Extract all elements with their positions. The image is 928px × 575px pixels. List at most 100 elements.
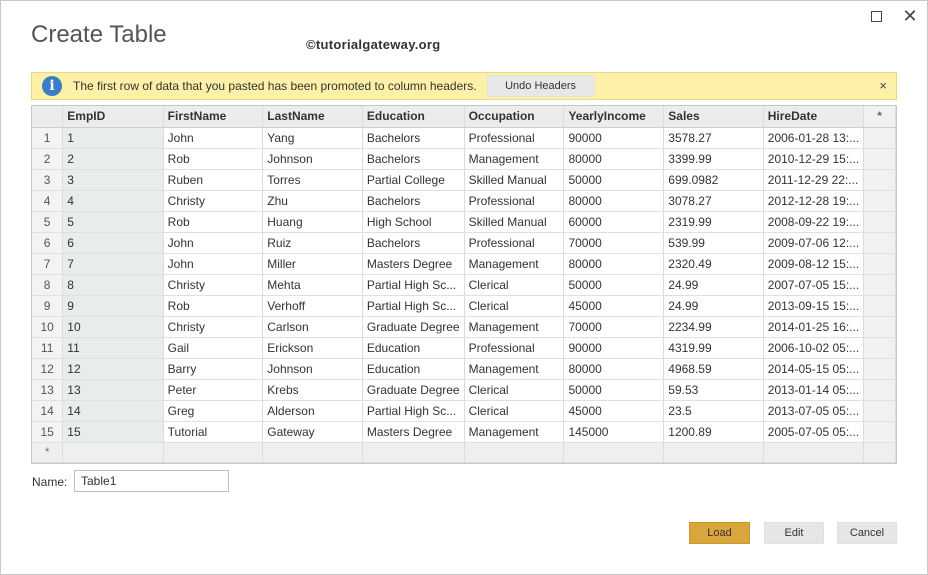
info-close-icon[interactable]: ×: [879, 78, 887, 93]
table-cell[interactable]: Management: [464, 421, 565, 443]
load-button[interactable]: Load: [689, 522, 750, 544]
table-cell[interactable]: High School: [362, 211, 465, 233]
table-cell[interactable]: Skilled Manual: [464, 211, 565, 233]
table-cell[interactable]: Carlson: [262, 316, 363, 338]
table-cell[interactable]: John: [163, 253, 264, 275]
table-cell[interactable]: 90000: [563, 337, 665, 359]
table-cell[interactable]: 59.53: [663, 379, 764, 401]
table-cell[interactable]: Professional: [464, 232, 565, 254]
table-cell[interactable]: Barry: [163, 358, 264, 380]
table-cell[interactable]: Partial College: [362, 169, 465, 191]
table-cell[interactable]: 60000: [563, 211, 665, 233]
table-cell[interactable]: 2009-07-06 12:...: [763, 232, 865, 254]
table-cell[interactable]: Verhoff: [262, 295, 363, 317]
table-cell[interactable]: 1: [62, 127, 164, 149]
table-cell[interactable]: 80000: [563, 253, 665, 275]
table-cell[interactable]: 90000: [563, 127, 665, 149]
table-cell[interactable]: Clerical: [464, 400, 565, 422]
table-cell[interactable]: 12: [62, 358, 164, 380]
table-cell[interactable]: Clerical: [464, 379, 565, 401]
table-cell[interactable]: 2319.99: [663, 211, 764, 233]
table-cell[interactable]: 2008-09-22 19:...: [763, 211, 865, 233]
table-cell[interactable]: Christy: [163, 316, 264, 338]
table-cell[interactable]: Management: [464, 253, 565, 275]
table-cell[interactable]: 539.99: [663, 232, 764, 254]
table-cell[interactable]: 1200.89: [663, 421, 764, 443]
table-cell[interactable]: 24.99: [663, 274, 764, 296]
table-cell[interactable]: Skilled Manual: [464, 169, 565, 191]
table-cell[interactable]: Clerical: [464, 274, 565, 296]
table-cell[interactable]: Professional: [464, 127, 565, 149]
table-cell[interactable]: 80000: [563, 148, 665, 170]
table-cell[interactable]: Christy: [163, 190, 264, 212]
table-cell[interactable]: 10: [62, 316, 164, 338]
table-cell[interactable]: Gail: [163, 337, 264, 359]
table-cell[interactable]: 2320.49: [663, 253, 764, 275]
table-cell[interactable]: Management: [464, 316, 565, 338]
table-cell[interactable]: Partial High Sc...: [362, 400, 465, 422]
table-cell[interactable]: 3078.27: [663, 190, 764, 212]
table-cell[interactable]: Greg: [163, 400, 264, 422]
new-row-cell[interactable]: [464, 442, 565, 463]
new-row-cell[interactable]: [362, 442, 465, 463]
table-cell[interactable]: Graduate Degree: [362, 316, 465, 338]
table-name-input[interactable]: [74, 470, 229, 492]
table-cell[interactable]: Rob: [163, 148, 264, 170]
table-cell[interactable]: Education: [362, 358, 465, 380]
undo-headers-button[interactable]: Undo Headers: [486, 75, 595, 97]
table-cell[interactable]: Ruben: [163, 169, 264, 191]
column-header[interactable]: EmpID: [62, 106, 164, 128]
table-cell[interactable]: 2012-12-28 19:...: [763, 190, 865, 212]
table-cell[interactable]: Masters Degree: [362, 421, 465, 443]
table-cell[interactable]: 4: [62, 190, 164, 212]
column-header[interactable]: YearlyIncome: [563, 106, 665, 128]
cancel-button[interactable]: Cancel: [837, 522, 897, 544]
table-cell[interactable]: 2011-12-29 22:...: [763, 169, 865, 191]
table-cell[interactable]: 15: [62, 421, 164, 443]
table-cell[interactable]: 9: [62, 295, 164, 317]
table-cell[interactable]: 2014-05-15 05:...: [763, 358, 865, 380]
new-row-cell[interactable]: [163, 442, 264, 463]
table-cell[interactable]: Huang: [262, 211, 363, 233]
table-cell[interactable]: 80000: [563, 190, 665, 212]
table-cell[interactable]: 24.99: [663, 295, 764, 317]
table-cell[interactable]: Erickson: [262, 337, 363, 359]
table-cell[interactable]: Christy: [163, 274, 264, 296]
table-cell[interactable]: Mehta: [262, 274, 363, 296]
table-cell[interactable]: Johnson: [262, 358, 363, 380]
table-cell[interactable]: Johnson: [262, 148, 363, 170]
table-cell[interactable]: Krebs: [262, 379, 363, 401]
table-cell[interactable]: 6: [62, 232, 164, 254]
table-cell[interactable]: 2013-01-14 05:...: [763, 379, 865, 401]
table-cell[interactable]: 699.0982: [663, 169, 764, 191]
table-cell[interactable]: Professional: [464, 190, 565, 212]
table-cell[interactable]: 7: [62, 253, 164, 275]
table-cell[interactable]: Management: [464, 358, 565, 380]
table-cell[interactable]: Education: [362, 337, 465, 359]
column-header[interactable]: FirstName: [163, 106, 264, 128]
table-cell[interactable]: 2234.99: [663, 316, 764, 338]
table-cell[interactable]: Masters Degree: [362, 253, 465, 275]
table-cell[interactable]: 2007-07-05 15:...: [763, 274, 865, 296]
table-cell[interactable]: Professional: [464, 337, 565, 359]
table-cell[interactable]: John: [163, 232, 264, 254]
table-cell[interactable]: Gateway: [262, 421, 363, 443]
table-cell[interactable]: 14: [62, 400, 164, 422]
table-cell[interactable]: 2010-12-29 15:...: [763, 148, 865, 170]
table-cell[interactable]: Partial High Sc...: [362, 295, 465, 317]
table-cell[interactable]: 2013-09-15 15:...: [763, 295, 865, 317]
table-cell[interactable]: Yang: [262, 127, 363, 149]
table-cell[interactable]: 2006-10-02 05:...: [763, 337, 865, 359]
table-cell[interactable]: Rob: [163, 295, 264, 317]
table-cell[interactable]: 2014-01-25 16:...: [763, 316, 865, 338]
table-cell[interactable]: Bachelors: [362, 127, 465, 149]
table-cell[interactable]: Graduate Degree: [362, 379, 465, 401]
table-cell[interactable]: 13: [62, 379, 164, 401]
close-icon[interactable]: ✕: [901, 7, 919, 25]
table-cell[interactable]: Bachelors: [362, 190, 465, 212]
new-row-cell[interactable]: [863, 442, 896, 463]
table-cell[interactable]: John: [163, 127, 264, 149]
table-cell[interactable]: Peter: [163, 379, 264, 401]
table-cell[interactable]: 8: [62, 274, 164, 296]
table-cell[interactable]: 70000: [563, 316, 665, 338]
